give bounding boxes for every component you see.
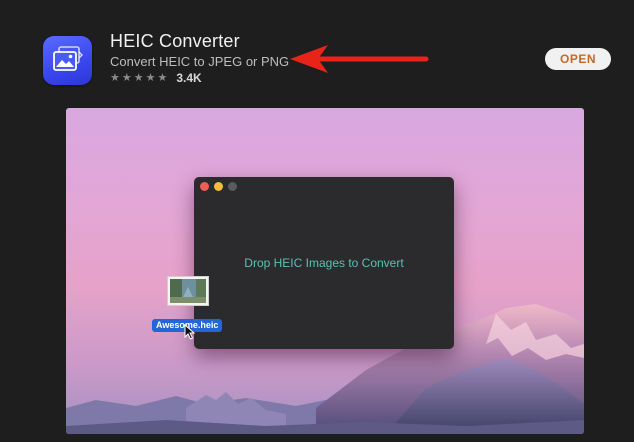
app-subtitle: Convert HEIC to JPEG or PNG — [110, 54, 290, 69]
star-icon: ★ — [121, 72, 132, 84]
star-rating: ★ ★ ★ ★ ★ — [110, 70, 167, 86]
star-icon: ★ — [110, 72, 120, 84]
mouse-cursor-icon — [184, 324, 196, 340]
red-arrow-annotation — [290, 45, 429, 73]
rating-row: ★ ★ ★ ★ ★ 3.4K — [110, 70, 202, 86]
file-thumbnail[interactable] — [167, 276, 209, 306]
converter-window[interactable]: Drop HEIC Images to Convert — [194, 177, 454, 349]
star-icon: ★ — [157, 72, 168, 84]
open-button[interactable]: OPEN — [545, 48, 611, 70]
photo-stack-icon — [53, 46, 83, 71]
app-icon[interactable] — [43, 36, 92, 85]
minimize-window-button[interactable] — [214, 182, 223, 191]
app-title: HEIC Converter — [110, 31, 240, 51]
close-window-button[interactable] — [200, 182, 209, 191]
zoom-window-button[interactable] — [228, 182, 237, 191]
star-icon: ★ — [133, 72, 144, 84]
image-thumbnail-icon — [170, 279, 206, 303]
star-icon: ★ — [145, 72, 156, 84]
rating-count: 3.4K — [176, 71, 202, 85]
app-screenshot: Drop HEIC Images to Convert Awesome.heic — [66, 108, 584, 434]
drop-zone-label: Drop HEIC Images to Convert — [244, 256, 404, 270]
